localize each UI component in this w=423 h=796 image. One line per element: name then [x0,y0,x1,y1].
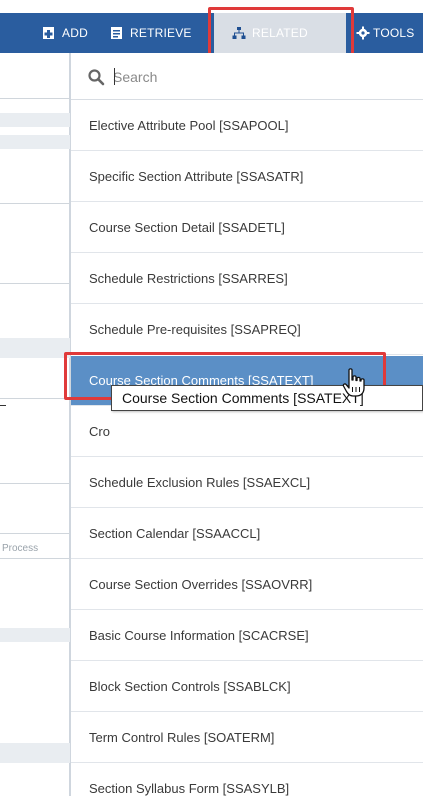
background-section-header [0,743,70,763]
menu-item-label: Elective Attribute Pool [SSAPOOL] [89,118,289,133]
menu-item-label: Course Section Overrides [SSAOVRR] [89,577,313,592]
menu-item-scacrse[interactable]: Basic Course Information [SCACRSE] [71,611,423,661]
menu-item-ssapool[interactable]: Elective Attribute Pool [SSAPOOL] [71,101,423,151]
menu-item-ssasylb[interactable]: Section Syllabus Form [SSASYLB] [71,764,423,796]
menu-item-label: Schedule Restrictions [SSARRES] [89,271,288,286]
divider [0,483,70,484]
background-section-header [0,628,70,642]
gear-icon [356,26,370,40]
add-label: ADD [62,26,88,40]
divider [0,558,70,559]
add-button[interactable]: ADD [42,13,88,53]
menu-item-label: Block Section Controls [SSABLCK] [89,679,291,694]
related-dropdown-menu: Elective Attribute Pool [SSAPOOL] Specif… [70,53,423,796]
search-input[interactable] [113,65,403,89]
process-label: Process [2,543,39,554]
divider [0,283,70,284]
divider [0,533,70,534]
menu-item-ssasatr[interactable]: Specific Section Attribute [SSASATR] [71,152,423,202]
item-tooltip: Course Section Comments [SSATEXT] [111,385,423,411]
menu-item-label: Basic Course Information [SCACRSE] [89,628,309,643]
menu-item-ssadetl[interactable]: Course Section Detail [SSADETL] [71,203,423,253]
menu-item-ssaovrr[interactable]: Course Section Overrides [SSAOVRR] [71,560,423,610]
menu-item-ssaaccl[interactable]: Section Calendar [SSAACCL] [71,509,423,559]
background-page: Process [0,53,70,796]
retrieve-label: RETRIEVE [130,26,192,40]
hand-cursor-icon [342,368,365,397]
menu-item-label: Schedule Pre-requisites [SSAPREQ] [89,322,301,337]
background-section-header [0,135,70,149]
background-section-header [0,113,70,127]
menu-item-label: Schedule Exclusion Rules [SSAEXCL] [89,475,311,490]
menu-item-label: Specific Section Attribute [SSASATR] [89,169,304,184]
menu-item-ssaexcl[interactable]: Schedule Exclusion Rules [SSAEXCL] [71,458,423,508]
menu-item-label: Cro [89,424,110,439]
background-section-header [0,338,70,358]
tools-button[interactable]: TOOLS [356,13,414,53]
menu-search-row [71,53,423,100]
divider [0,203,70,204]
menu-item-label: Section Syllabus Form [SSASYLB] [89,781,290,796]
menu-item-cro[interactable]: Cro [71,407,423,457]
add-document-icon [43,27,54,39]
cursor-tick-mark [0,405,6,406]
menu-item-ssablck[interactable]: Block Section Controls [SSABLCK] [71,662,423,712]
text-caret [114,68,115,85]
tools-label: TOOLS [373,26,415,40]
menu-item-ssarres[interactable]: Schedule Restrictions [SSARRES] [71,254,423,304]
divider [0,98,70,99]
menu-item-ssapreq[interactable]: Schedule Pre-requisites [SSAPREQ] [71,305,423,355]
search-icon [88,69,105,86]
menu-item-label: Course Section Detail [SSADETL] [89,220,285,235]
tooltip-text: Course Section Comments [SSATEXT] [122,390,364,406]
menu-item-label: Term Control Rules [SOATERM] [89,730,275,745]
retrieve-document-icon [111,27,122,39]
retrieve-button[interactable]: RETRIEVE [110,13,192,53]
divider [0,398,70,399]
menu-item-soaterm[interactable]: Term Control Rules [SOATERM] [71,713,423,763]
menu-item-label: Section Calendar [SSAACCL] [89,526,261,541]
